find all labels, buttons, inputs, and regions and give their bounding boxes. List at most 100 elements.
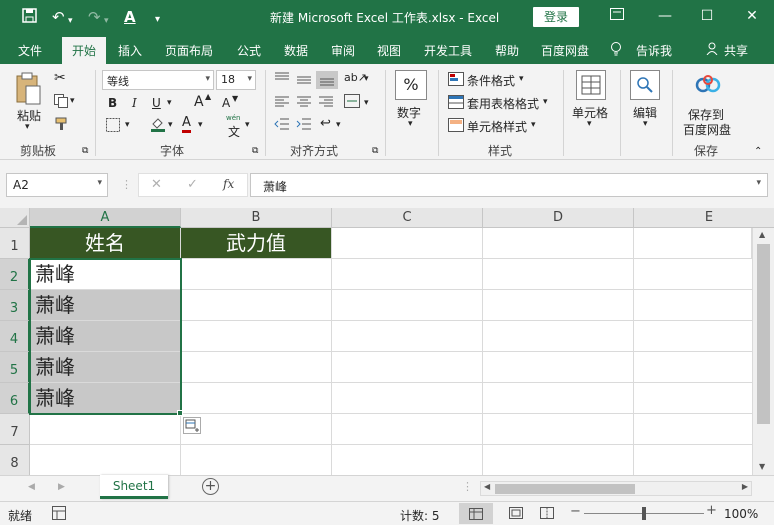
shrink-font-button[interactable]: A: [222, 96, 230, 110]
page-layout-view-icon[interactable]: [509, 507, 523, 522]
scroll-right-icon[interactable]: ▶: [742, 482, 748, 491]
bottom-align-icon[interactable]: [316, 71, 338, 89]
cell-c1[interactable]: [332, 228, 483, 259]
redo-icon[interactable]: ↷: [88, 8, 101, 26]
auto-fill-options-icon[interactable]: [183, 417, 201, 434]
cell-a5[interactable]: 萧峰: [30, 352, 181, 383]
cell-a1[interactable]: 姓名: [30, 228, 181, 259]
scroll-thumb[interactable]: [757, 244, 770, 424]
wrap-dropdown-icon[interactable]: ▾: [336, 120, 341, 130]
enter-icon[interactable]: ✓: [187, 177, 198, 192]
cell-a2[interactable]: 萧峰: [30, 259, 181, 290]
fill-color-dropdown-icon[interactable]: ▾: [168, 120, 173, 130]
maximize-icon[interactable]: ☐: [697, 8, 717, 26]
font-color-dropdown-icon[interactable]: ▾: [198, 120, 203, 130]
row-header[interactable]: 7: [0, 414, 30, 445]
font-name-select[interactable]: 等线 ▾: [102, 70, 214, 90]
cell-a7[interactable]: [30, 414, 181, 445]
align-right-icon[interactable]: [318, 96, 334, 111]
cell-a6[interactable]: 萧峰: [30, 383, 181, 414]
cell-mode-icon[interactable]: [52, 506, 66, 523]
font-color-quick-icon[interactable]: A: [124, 8, 136, 26]
zoom-out-icon[interactable]: −: [570, 504, 581, 519]
row-header[interactable]: 6: [0, 383, 30, 414]
cells-icon[interactable]: [576, 70, 606, 100]
borders-dropdown-icon[interactable]: ▾: [125, 120, 130, 130]
redo-dropdown-icon[interactable]: ▾: [104, 12, 109, 30]
normal-view-icon[interactable]: [459, 503, 493, 524]
paste-dropdown-icon[interactable]: ▾: [25, 122, 30, 132]
tab-baidu-netdisk[interactable]: 百度网盘: [541, 42, 589, 59]
expand-formula-icon[interactable]: ▾: [756, 178, 761, 188]
next-sheet-icon[interactable]: ▶: [58, 482, 65, 492]
copy-icon[interactable]: [54, 94, 68, 111]
tab-split-icon[interactable]: ⋮: [462, 480, 473, 493]
alignment-launcher-icon[interactable]: ⧉: [372, 146, 378, 156]
tab-file[interactable]: 文件: [18, 42, 42, 59]
increase-indent-icon[interactable]: [296, 118, 312, 133]
column-header-e[interactable]: E: [634, 208, 774, 228]
underline-button[interactable]: U: [152, 96, 161, 110]
search-icon[interactable]: [630, 70, 660, 100]
scroll-down-icon[interactable]: ▼: [759, 462, 765, 471]
zoom-in-icon[interactable]: +: [706, 503, 717, 518]
cell-b1[interactable]: 武力值: [181, 228, 332, 259]
minimize-icon[interactable]: —: [655, 8, 675, 26]
conditional-format-icon[interactable]: [448, 72, 464, 89]
tab-page-layout[interactable]: 页面布局: [165, 42, 213, 59]
column-header-a[interactable]: A: [30, 208, 181, 228]
page-break-view-icon[interactable]: [540, 507, 554, 522]
cell-styles-button[interactable]: 单元格样式: [467, 118, 527, 135]
cell-a3[interactable]: 萧峰: [30, 290, 181, 321]
cell-a8[interactable]: [30, 445, 181, 476]
font-size-select[interactable]: 18 ▾: [216, 70, 256, 90]
cells-dropdown-icon[interactable]: ▾: [587, 119, 592, 129]
horizontal-scrollbar[interactable]: ◀ ▶: [480, 481, 752, 496]
row-header[interactable]: 1: [0, 228, 30, 259]
close-icon[interactable]: ✕: [742, 8, 762, 26]
conditional-format-button[interactable]: 条件格式: [467, 72, 515, 89]
align-center-icon[interactable]: [296, 96, 312, 111]
bold-button[interactable]: B: [108, 96, 117, 110]
number-dropdown-icon[interactable]: ▾: [408, 119, 413, 129]
h-scroll-thumb[interactable]: [495, 484, 635, 494]
worksheet-grid[interactable]: A B C D E 1 2 3 4 5 6 7 8 姓名 武力值 萧峰 萧峰 萧…: [0, 208, 774, 476]
middle-align-icon[interactable]: [296, 74, 312, 89]
column-header-c[interactable]: C: [332, 208, 483, 228]
share-button[interactable]: 共享: [724, 42, 748, 59]
select-all-corner[interactable]: [0, 208, 30, 228]
tab-data[interactable]: 数据: [284, 42, 308, 59]
phonetic-dropdown-icon[interactable]: ▾: [245, 120, 250, 130]
save-icon[interactable]: [22, 8, 37, 27]
scroll-left-icon[interactable]: ◀: [484, 482, 490, 491]
paste-icon[interactable]: [14, 72, 42, 109]
wrap-text-icon[interactable]: ↩: [320, 116, 331, 131]
row-header[interactable]: 2: [0, 259, 30, 290]
copy-dropdown-icon[interactable]: ▾: [70, 96, 75, 106]
add-sheet-icon[interactable]: +: [202, 478, 219, 495]
phonetic-button[interactable]: 文: [228, 123, 240, 140]
ribbon-display-icon[interactable]: [607, 8, 627, 26]
row-header[interactable]: 8: [0, 445, 30, 476]
merge-dropdown-icon[interactable]: ▾: [364, 98, 369, 108]
zoom-slider-thumb[interactable]: [642, 507, 646, 520]
tab-developer[interactable]: 开发工具: [424, 42, 472, 59]
zoom-level[interactable]: 100%: [724, 507, 758, 521]
align-left-icon[interactable]: [274, 96, 290, 111]
merge-center-icon[interactable]: [344, 94, 360, 111]
font-color-button[interactable]: A: [182, 116, 191, 133]
editing-dropdown-icon[interactable]: ▾: [643, 119, 648, 129]
orientation-dropdown-icon[interactable]: ▾: [364, 74, 369, 84]
formula-input[interactable]: 萧峰 ▾: [250, 173, 768, 197]
tab-formulas[interactable]: 公式: [237, 42, 261, 59]
format-table-dropdown-icon[interactable]: ▾: [543, 97, 548, 107]
row-header[interactable]: 3: [0, 290, 30, 321]
conditional-dropdown-icon[interactable]: ▾: [519, 74, 524, 84]
format-table-icon[interactable]: [448, 95, 464, 112]
column-header-d[interactable]: D: [483, 208, 634, 228]
row-header[interactable]: 5: [0, 352, 30, 383]
row-header[interactable]: 4: [0, 321, 30, 352]
cancel-icon[interactable]: ✕: [151, 177, 162, 192]
collapse-ribbon-icon[interactable]: ⌃: [754, 146, 762, 157]
prev-sheet-icon[interactable]: ◀: [28, 482, 35, 492]
